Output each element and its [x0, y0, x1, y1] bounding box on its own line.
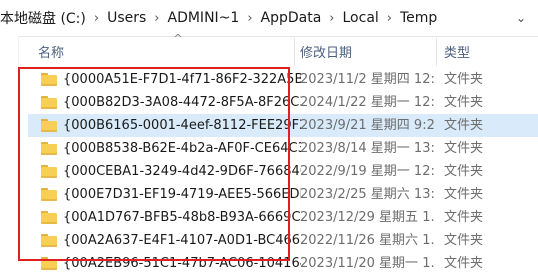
file-date-modified: 2023/11/2 星期四 12:... [300, 72, 435, 87]
file-name: {000E7D31-EF19-4719-AEE5-566EDF4... [63, 187, 301, 202]
file-type: 文件夹 [444, 95, 484, 110]
file-name: {00A1D767-BFB5-48b8-B93A-6669CA... [63, 210, 301, 225]
file-type: 文件夹 [444, 210, 484, 225]
folder-icon [41, 234, 57, 247]
breadcrumb-chevron-icon[interactable]: › [148, 11, 167, 26]
file-date-modified: 2022/11/26 星期六 1... [300, 233, 435, 248]
breadcrumb: 本地磁盘 (C:) › Users › ADMINI~1 › AppData ›… [0, 0, 500, 36]
file-name: {0000A51E-F7D1-4f71-86F2-322A5BF... [63, 72, 301, 87]
folder-icon [41, 142, 57, 155]
folder-icon [41, 211, 57, 224]
file-list-row[interactable]: {000B8538-B62E-4b2a-AF0F-CE64C3... 2023/8… [18, 137, 538, 160]
file-type: 文件夹 [444, 118, 484, 133]
file-list-row[interactable]: {000E7D31-EF19-4719-AEE5-566EDF4...2023/… [18, 183, 538, 206]
file-date-modified: 2023/12/29 星期五 1... [300, 210, 435, 225]
breadcrumb-chevron-icon[interactable]: › [323, 11, 342, 26]
address-bar[interactable]: 本地磁盘 (C:) › Users › ADMINI~1 › AppData ›… [0, 0, 538, 37]
breadcrumb-admini[interactable]: ADMINI~1 [168, 10, 242, 26]
file-list-row[interactable]: {00A2A637-E4F1-4107-A0D1-BC4668... 2022/1… [18, 229, 538, 252]
column-header-type[interactable]: 类型 [444, 45, 534, 63]
file-type: 文件夹 [444, 141, 484, 156]
breadcrumb-chevron-icon[interactable]: › [381, 11, 400, 26]
column-header-row: ^ 名称 修改日期 类型 [18, 32, 538, 68]
sort-ascending-icon: ^ [173, 32, 183, 45]
column-header-name[interactable]: 名称 [38, 45, 298, 63]
file-list-row[interactable]: {000B6165-0001-4eef-8112-FEE29F23...2023… [18, 114, 538, 137]
folder-icon [41, 165, 57, 178]
breadcrumb-users[interactable]: Users [107, 10, 148, 26]
file-type: 文件夹 [444, 187, 484, 202]
file-date-modified: 2022/9/19 星期一 12:... [300, 164, 435, 179]
file-type: 文件夹 [444, 233, 484, 248]
file-type: 文件夹 [444, 164, 484, 179]
breadcrumb-chevron-icon[interactable]: › [88, 11, 107, 26]
column-divider[interactable] [294, 38, 295, 66]
breadcrumb-chevron-icon[interactable]: › [241, 11, 260, 26]
file-type: 文件夹 [444, 72, 484, 87]
address-history-dropdown-icon[interactable]: ⌄ [512, 9, 530, 27]
file-date-modified: 2024/1/22 星期一 12:... [300, 95, 435, 110]
file-date-modified: 2023/9/21 星期四 9:29 [300, 118, 435, 133]
column-header-date-modified[interactable]: 修改日期 [300, 45, 430, 63]
navigation-pane [0, 36, 19, 264]
file-name: {00A2A637-E4F1-4107-A0D1-BC4668... [63, 233, 301, 248]
breadcrumb-drive[interactable]: 本地磁盘 (C:) [0, 8, 88, 28]
file-date-modified: 2023/2/25 星期六 13:... [300, 187, 435, 202]
folder-icon [41, 119, 57, 132]
file-name: {000B6165-0001-4eef-8112-FEE29F23... [63, 118, 301, 133]
breadcrumb-temp[interactable]: Temp [400, 10, 439, 26]
folder-icon [41, 188, 57, 201]
file-list-row[interactable]: {00A1D767-BFB5-48b8-B93A-6669CA... 2023/1… [18, 206, 538, 229]
file-name: {000CEBA1-3249-4d42-9D6F-766846... [63, 164, 301, 179]
file-name: {000B8538-B62E-4b2a-AF0F-CE64C3... [63, 141, 301, 156]
folder-icon [41, 73, 57, 86]
file-list-row[interactable]: {0000A51E-F7D1-4f71-86F2-322A5BF... 2023/… [18, 68, 538, 91]
folder-icon [41, 96, 57, 109]
file-date-modified: 2023/8/14 星期一 13:... [300, 141, 435, 156]
column-divider[interactable] [436, 38, 437, 66]
file-list-row[interactable]: {000CEBA1-3249-4d42-9D6F-766846... 2022/9… [18, 160, 538, 183]
breadcrumb-appdata[interactable]: AppData [261, 10, 324, 26]
file-list: {0000A51E-F7D1-4f71-86F2-322A5BF... 2023/… [18, 68, 538, 275]
breadcrumb-local[interactable]: Local [343, 10, 381, 26]
file-list-row[interactable]: {000B82D3-3A08-4472-8F5A-8F26C36...2024/… [18, 91, 538, 114]
file-name: {000B82D3-3A08-4472-8F5A-8F26C36... [63, 95, 301, 110]
